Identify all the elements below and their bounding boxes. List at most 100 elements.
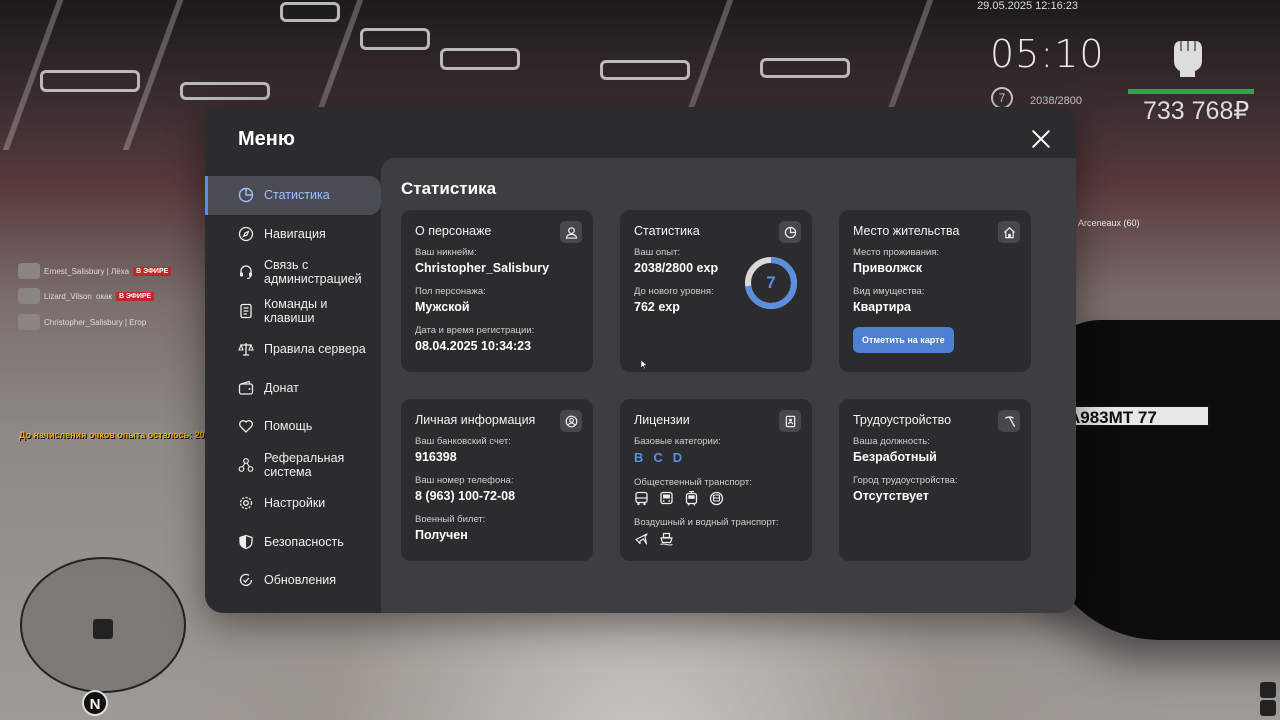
bank-account-label: Ваш банковский счет: <box>415 436 511 447</box>
network-icon <box>238 457 254 472</box>
sidebar-item-help[interactable]: Помощь <box>205 407 381 446</box>
employment-city-value: Отсутствует <box>853 489 929 503</box>
license-category-b: B <box>634 450 644 465</box>
position-label: Ваша должность: <box>853 436 930 447</box>
hud-level: 7 <box>991 87 1013 109</box>
license-icon <box>779 410 801 432</box>
sidebar-item-updates[interactable]: Обновления <box>205 561 381 600</box>
sidebar-item-commands[interactable]: Команды и клавиши <box>205 292 381 331</box>
residence-place-value: Приволжск <box>853 261 922 275</box>
gender-value: Мужской <box>415 300 470 314</box>
registration-value: 08.04.2025 10:34:23 <box>415 339 532 353</box>
military-id-label: Военный билет: <box>415 514 486 525</box>
sidebar-item-label: Настройки <box>264 496 326 511</box>
sidebar-item-label: Статистика <box>264 188 330 203</box>
ceiling-light <box>180 82 270 100</box>
chat-name: Ernest_Salisbury | Лёха <box>44 266 130 276</box>
employment-city-label: Город трудоустройства: <box>853 475 958 486</box>
fist-icon <box>1174 41 1202 77</box>
live-badge: В ЭФИРЕ <box>115 291 155 301</box>
north-indicator: N <box>82 690 108 716</box>
user-circle-icon <box>560 410 582 432</box>
registration-label: Дата и время регистрации: <box>415 325 535 336</box>
card-title: Статистика <box>634 224 700 238</box>
ceiling-light <box>40 70 140 92</box>
license-categories: B C D <box>634 450 798 465</box>
card-licenses: Лицензии Базовые категории: B C D Общест… <box>620 399 812 561</box>
card-character: О персонаже Ваш никнейм: Christopher_Sal… <box>401 210 593 372</box>
ceiling-light <box>360 28 430 50</box>
sidebar-item-admin-contact[interactable]: Связь с администрацией <box>205 253 381 292</box>
sidebar-item-label: Донат <box>264 380 299 395</box>
menu-title: Меню <box>238 128 295 150</box>
card-title: Место жительства <box>853 224 960 238</box>
stats-icon <box>238 188 254 203</box>
ceiling-light <box>600 60 690 80</box>
sidebar-item-security[interactable]: Безопасность <box>205 523 381 562</box>
sidebar-item-rules[interactable]: Правила сервера <box>205 330 381 369</box>
location-icon[interactable] <box>1260 700 1276 716</box>
mouse-cursor <box>641 360 647 369</box>
sidebar-item-label: Связь с администрацией <box>264 258 362 287</box>
shield-icon <box>239 534 253 549</box>
sidebar-item-navigation[interactable]: Навигация <box>205 215 381 254</box>
gender-label: Пол персонажа: <box>415 286 486 297</box>
sidebar-item-label: Навигация <box>264 226 326 241</box>
card-title: Трудоустройство <box>853 413 952 427</box>
sidebar-item-label: Правила сервера <box>264 342 366 357</box>
chat-line: Lizard_Vilson окак В ЭФИРЕ <box>18 288 155 304</box>
sidebar-item-label: Команды и клавиши <box>264 296 328 325</box>
hud-money: 733 768₽ <box>1143 97 1250 125</box>
bus-icon <box>635 491 648 506</box>
air-water-transport-label: Воздушный и водный транспорт: <box>634 517 779 528</box>
chat-name: Christopher_Salisbury | Егор <box>44 317 147 327</box>
avatar <box>18 263 40 279</box>
content-panel: Статистика О персонаже Ваш никнейм: Chri… <box>381 158 1076 613</box>
property-type-value: Квартира <box>853 300 911 314</box>
sidebar-item-label: Реферальная система <box>264 450 345 479</box>
hud-time: 05:10 <box>990 32 1105 76</box>
mark-on-map-button[interactable]: Отметить на карте <box>853 327 954 353</box>
home-icon <box>998 221 1020 243</box>
property-type-label: Вид имущества: <box>853 286 925 297</box>
card-title: Личная информация <box>415 413 536 427</box>
chat-name: Lizard_Vilson <box>44 291 92 301</box>
user-icon <box>560 221 582 243</box>
sidebar-item-referral[interactable]: Реферальная система <box>205 446 381 485</box>
pickaxe-icon <box>998 410 1020 432</box>
wallet-icon <box>238 380 254 395</box>
sidebar-item-statistics[interactable]: Статистика <box>205 176 381 215</box>
microphone-icon[interactable] <box>1260 682 1276 698</box>
card-title: О персонаже <box>415 224 492 238</box>
ship-icon <box>660 532 673 546</box>
health-bar <box>1128 89 1254 94</box>
hud-datetime: 29.05.2025 12:16:23 <box>977 0 1078 12</box>
chat-extra: окак <box>95 291 112 301</box>
nickname-value: Christopher_Salisbury <box>415 261 550 275</box>
pie-icon <box>779 221 801 243</box>
plane-icon <box>635 533 648 545</box>
public-transport-label: Общественный транспорт: <box>634 477 752 488</box>
sidebar: Статистика Навигация Связь с администрац… <box>205 176 381 600</box>
position-value: Безработный <box>853 450 937 464</box>
close-button[interactable] <box>1031 129 1051 149</box>
card-personal-info: Личная информация Ваш банковский счет: 9… <box>401 399 593 561</box>
live-badge: В ЭФИРЕ <box>133 266 172 276</box>
heart-icon <box>239 420 253 434</box>
license-category-c: C <box>653 450 663 465</box>
sidebar-item-settings[interactable]: Настройки <box>205 484 381 523</box>
refresh-check-icon <box>239 574 253 587</box>
phone-label: Ваш номер телефона: <box>415 475 514 486</box>
compass-icon <box>238 226 254 241</box>
card-residence: Место жительства Место проживания: Приво… <box>839 210 1031 372</box>
residence-place-label: Место проживания: <box>853 247 940 258</box>
document-icon <box>240 303 252 318</box>
level-number: 7 <box>766 273 776 292</box>
card-title: Лицензии <box>634 413 690 427</box>
ceiling-light <box>440 48 520 70</box>
avatar <box>18 288 40 304</box>
sidebar-item-donate[interactable]: Донат <box>205 369 381 408</box>
chat-line: Christopher_Salisbury | Егор <box>18 314 146 330</box>
license-plate: А983МТ 77 <box>1060 405 1210 427</box>
phone-value: 8 (963) 100-72-08 <box>415 489 516 503</box>
